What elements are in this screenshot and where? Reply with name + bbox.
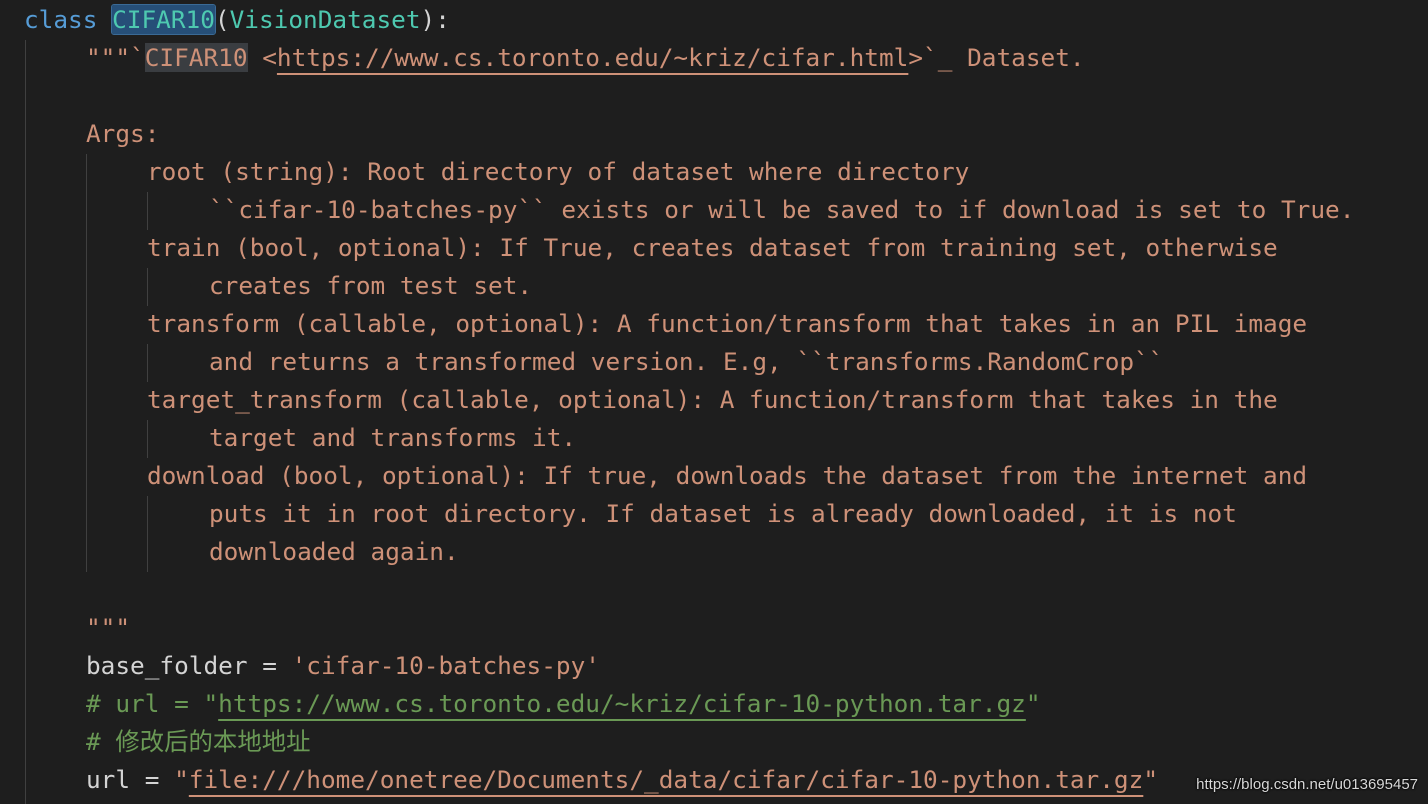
code-line-arg-transform-1: transform (callable, optional): A functi…: [147, 309, 1308, 338]
code-line-arg-target-2: target and transforms it.: [209, 423, 577, 452]
code-line-arg-root-2: ``cifar-10-batches-py`` exists or will b…: [209, 195, 1355, 224]
code-line-arg-download-2: puts it in root directory. If dataset is…: [209, 499, 1237, 528]
code-line-class-def: class CIFAR10(VisionDataset):: [24, 1, 450, 39]
code-line-arg-download-1: download (bool, optional): If true, down…: [147, 461, 1308, 490]
url-quote-open: ": [174, 765, 189, 794]
indent-guide: [147, 496, 148, 572]
code-line-comment-local: # 修改后的本地地址: [86, 727, 311, 756]
docstring-space: <: [247, 43, 277, 72]
assign-operator: =: [247, 651, 292, 680]
docstring-tail: >`_ Dataset.: [908, 43, 1085, 72]
indent-guide: [147, 268, 148, 306]
code-line-arg-train-1: train (bool, optional): If True, creates…: [147, 233, 1278, 262]
indent-guide: [147, 192, 148, 230]
indent-guide: [25, 40, 26, 804]
watermark: https://blog.csdn.net/u013695457: [1196, 776, 1418, 793]
comment-url-prefix: # url = ": [86, 689, 219, 718]
url-quote-close: ": [1143, 765, 1158, 794]
code-line-docstring-close: """: [86, 613, 131, 642]
base-class-name[interactable]: VisionDataset: [230, 5, 421, 34]
url-value-link[interactable]: file:///home/onetree/Documents/_data/cif…: [189, 765, 1144, 794]
code-line-url-assign: url = "file:///home/onetree/Documents/_d…: [86, 761, 1158, 799]
paren-close: ):: [420, 5, 450, 34]
url-variable[interactable]: url: [86, 765, 130, 794]
indent-guide: [147, 344, 148, 382]
base-folder-variable[interactable]: base_folder: [86, 651, 248, 680]
code-line-arg-download-3: downloaded again.: [209, 537, 459, 566]
code-line-arg-train-2: creates from test set.: [209, 271, 533, 300]
code-line-arg-target-1: target_transform (callable, optional): A…: [147, 385, 1278, 414]
code-line-arg-root-1: root (string): Root directory of dataset…: [147, 157, 970, 186]
docstring-title: CIFAR10: [144, 43, 248, 72]
code-line-comment-url: # url = "https://www.cs.toronto.edu/~kri…: [86, 685, 1041, 723]
class-name[interactable]: CIFAR10: [111, 4, 216, 35]
code-editor[interactable]: class CIFAR10(VisionDataset): """`CIFAR1…: [0, 0, 1428, 804]
indent-guide: [147, 420, 148, 458]
code-line-arg-transform-2: and returns a transformed version. E.g, …: [209, 347, 1164, 376]
paren-open: (: [214, 5, 230, 34]
comment-url-suffix: ": [1025, 689, 1041, 718]
code-line-base-folder: base_folder = 'cifar-10-batches-py': [86, 647, 600, 685]
class-keyword: class: [24, 5, 98, 34]
indent-guide: [86, 154, 87, 572]
assign-operator: =: [130, 765, 175, 794]
docstring-link[interactable]: https://www.cs.toronto.edu/~kriz/cifar.h…: [277, 43, 908, 72]
docstring-open: """`: [86, 43, 145, 72]
base-folder-value: 'cifar-10-batches-py': [291, 651, 600, 680]
code-line-args-header: Args:: [86, 119, 160, 148]
comment-url-link[interactable]: https://www.cs.toronto.edu/~kriz/cifar-1…: [218, 689, 1026, 718]
code-line-docstring-title: """`CIFAR10 <https://www.cs.toronto.edu/…: [86, 39, 1085, 77]
